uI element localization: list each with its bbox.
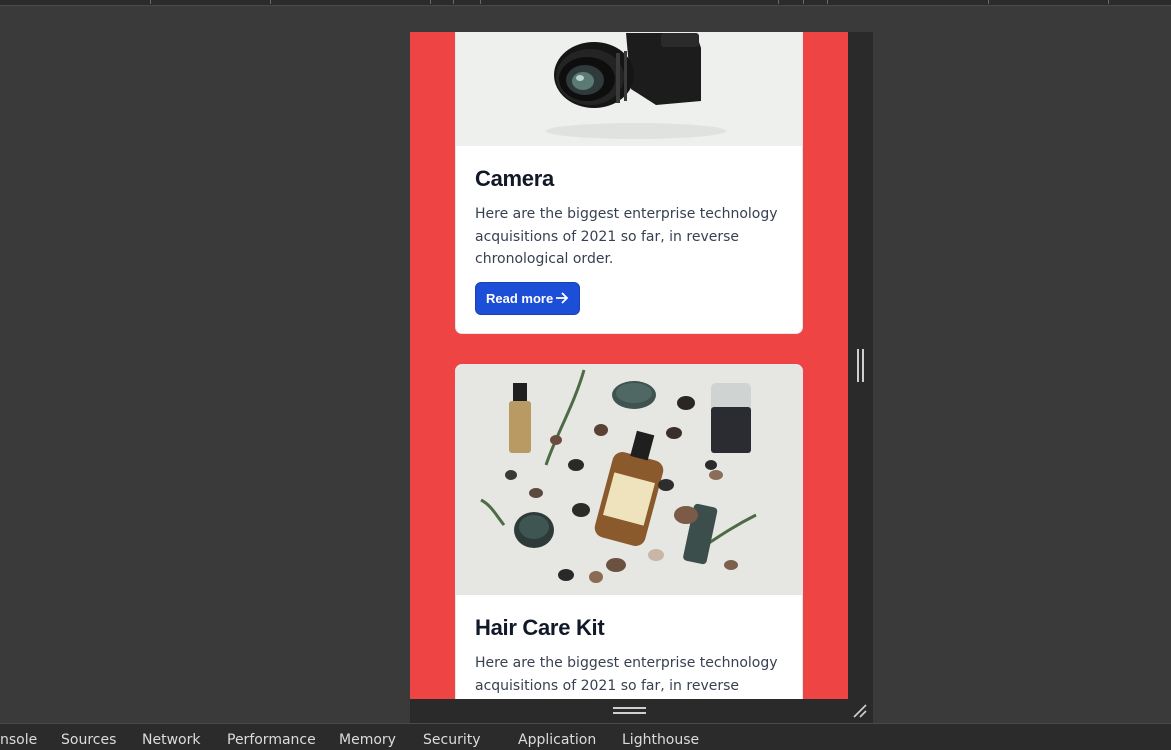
camera-image: [456, 32, 802, 146]
product-card-hair-care-kit: Hair Care Kit Here are the biggest enter…: [455, 364, 803, 699]
device-viewport[interactable]: Camera Here are the biggest enterprise t…: [410, 32, 848, 699]
read-more-label: Read more: [486, 290, 554, 306]
arrow-right-icon: [555, 292, 569, 304]
tab-performance[interactable]: Performance: [227, 732, 316, 748]
card-description: Here are the biggest enterprise technolo…: [475, 206, 778, 267]
tab-security[interactable]: Security: [423, 732, 481, 748]
tab-console[interactable]: nsole: [0, 732, 37, 748]
devtools-tab-bar: nsole Sources Network Performance Memory…: [0, 723, 1171, 750]
corner-resize-icon[interactable]: [852, 703, 868, 719]
tab-sources[interactable]: Sources: [61, 732, 116, 748]
tab-memory[interactable]: Memory: [339, 732, 396, 748]
tab-application[interactable]: Application: [518, 732, 596, 748]
resize-grip-icon[interactable]: [857, 349, 864, 382]
hair-care-kit-image: [456, 365, 802, 595]
read-more-button[interactable]: Read more: [475, 281, 581, 315]
tab-lighthouse[interactable]: Lighthouse: [622, 732, 699, 748]
card-title: Hair Care Kit: [475, 615, 605, 640]
product-card-camera: Camera Here are the biggest enterprise t…: [455, 32, 803, 334]
card-title: Camera: [475, 166, 554, 191]
devtools-ruler: [0, 0, 1171, 6]
resize-grip-icon[interactable]: [613, 707, 646, 714]
card-description: Here are the biggest enterprise technolo…: [475, 655, 778, 694]
tab-network[interactable]: Network: [142, 732, 200, 748]
